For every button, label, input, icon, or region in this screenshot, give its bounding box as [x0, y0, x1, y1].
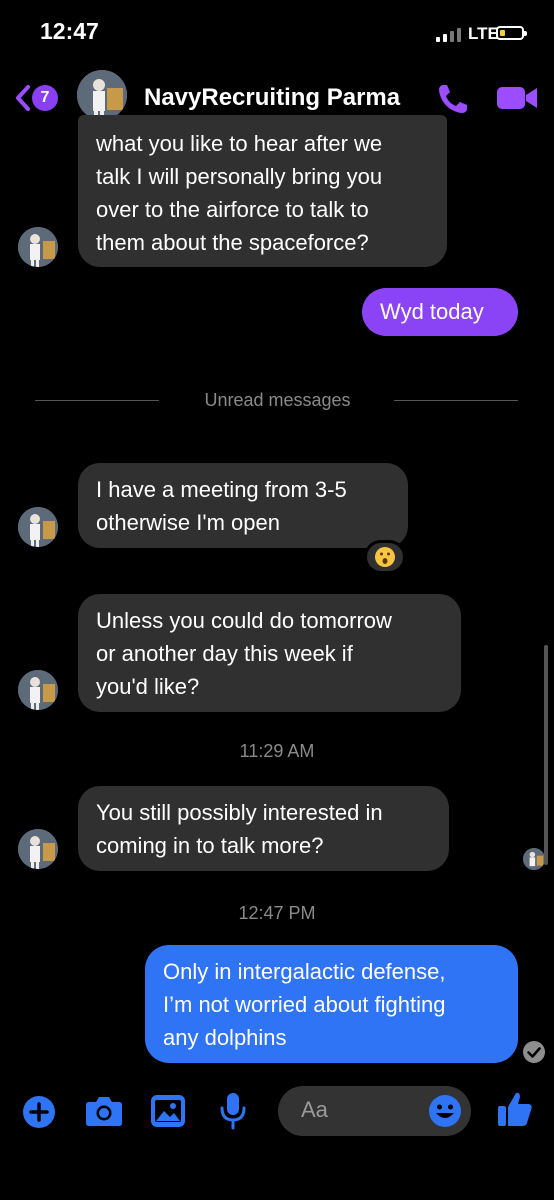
contact-avatar[interactable] — [77, 70, 127, 120]
scroll-indicator[interactable] — [544, 645, 548, 865]
message-line: talk I will personally bring you — [96, 164, 383, 189]
message-line: what you like to hear after we — [96, 131, 383, 156]
contact-name[interactable]: NavyRecruiting Parma — [144, 84, 400, 112]
sender-avatar[interactable] — [18, 670, 58, 710]
photo-gallery-icon[interactable] — [150, 1094, 186, 1128]
incoming-message[interactable]: You still possibly interested in coming … — [78, 786, 449, 871]
thumbs-up-icon[interactable] — [497, 1090, 533, 1128]
network-label: LTE — [468, 24, 499, 43]
timestamp: 11:29 AM — [239, 741, 315, 761]
microphone-icon[interactable] — [220, 1092, 246, 1130]
message-input-placeholder: Aa — [301, 1097, 328, 1122]
message-line: I’m not worried about fighting — [163, 992, 446, 1017]
message-text: Wyd today — [380, 299, 484, 324]
message-line: coming in to talk more? — [96, 833, 324, 858]
message-line: any dolphins — [163, 1025, 287, 1050]
message-line: you'd like? — [96, 674, 200, 699]
status-time: 12:47 — [40, 18, 99, 44]
battery-icon — [496, 26, 527, 40]
incoming-message[interactable]: I have a meeting from 3-5 otherwise I'm … — [78, 463, 408, 548]
signal-icon — [436, 28, 461, 42]
video-call-icon[interactable] — [496, 84, 538, 112]
plus-icon[interactable] — [22, 1095, 56, 1129]
delivered-check-icon — [523, 1041, 545, 1063]
message-line: I have a meeting from 3-5 — [96, 477, 347, 502]
sender-avatar[interactable] — [18, 507, 58, 547]
camera-icon[interactable] — [85, 1095, 123, 1127]
message-line: over to the airforce to talk to — [96, 197, 369, 222]
divider-line — [394, 400, 518, 401]
unread-separator-label: Unread messages — [204, 390, 351, 410]
message-line: Only in intergalactic defense, — [163, 959, 446, 984]
timestamp: 12:47 PM — [238, 903, 316, 923]
emoji-icon[interactable] — [428, 1094, 462, 1128]
message-line: otherwise I'm open — [96, 510, 280, 535]
message-line: You still possibly interested in — [96, 800, 383, 825]
message-line: them about the spaceforce? — [96, 230, 369, 255]
incoming-message[interactable]: Unless you could do tomorrow or another … — [78, 594, 461, 712]
outgoing-message[interactable]: Wyd today — [362, 288, 518, 336]
incoming-message[interactable]: what you like to hear after we talk I wi… — [78, 115, 447, 267]
phone-call-icon[interactable] — [436, 82, 470, 116]
sender-avatar[interactable] — [18, 829, 58, 869]
divider-line — [35, 400, 159, 401]
read-receipt-avatar — [523, 848, 545, 870]
surprised-face-icon — [375, 547, 395, 567]
reaction-badge[interactable] — [364, 540, 406, 574]
unread-count-badge[interactable]: 7 — [32, 85, 58, 111]
message-line: or another day this week if — [96, 641, 353, 666]
message-line: Unless you could do tomorrow — [96, 608, 392, 633]
sender-avatar[interactable] — [18, 227, 58, 267]
outgoing-message[interactable]: Only in intergalactic defense, I’m not w… — [145, 945, 518, 1063]
